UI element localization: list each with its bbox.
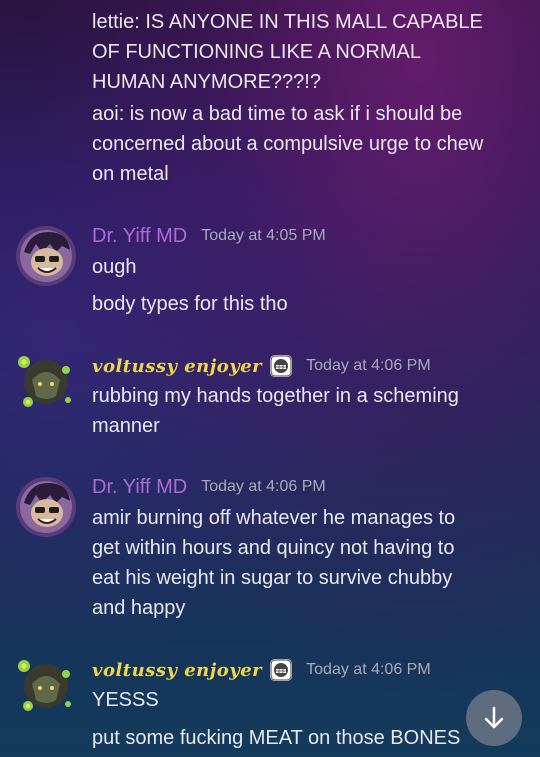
grinning-face-badge-icon	[270, 355, 293, 377]
message-line: concerned about a compulsive urge to che…	[92, 133, 484, 155]
message-line: body types for this tho	[92, 293, 288, 315]
message-header: Dr. Yiff MD Today at 4:06 PM	[92, 472, 326, 502]
author-name[interactable]: Dr. Yiff MD	[92, 225, 187, 248]
voltussy-avatar[interactable]	[16, 656, 76, 716]
message-line: on metal	[92, 163, 169, 185]
voltussy-avatar[interactable]	[16, 352, 76, 412]
message-line: lettie: IS ANYONE IN THIS MALL CAPABLE	[92, 11, 483, 33]
message-header: voltussy enjoyer Today at 4:06 PM	[92, 351, 431, 381]
arrow-down-icon	[484, 706, 504, 729]
message-line: and happy	[92, 597, 186, 619]
message-line: eat his weight in sugar to survive chubb…	[92, 567, 453, 589]
message-header: Dr. Yiff MD Today at 4:05 PM	[92, 221, 326, 251]
message-line: manner	[92, 415, 160, 437]
message-line: get within hours and quincy not having t…	[92, 537, 455, 559]
message-line: amir burning off whatever he manages to	[92, 507, 456, 529]
grinning-face-badge-icon	[270, 659, 293, 681]
timestamp: Today at 4:05 PM	[201, 227, 326, 244]
timestamp: Today at 4:06 PM	[306, 661, 431, 678]
author-name[interactable]: Dr. Yiff MD	[92, 476, 187, 499]
dr-yiff-avatar[interactable]	[16, 477, 76, 537]
message-line: OF FUNCTIONING LIKE A NORMAL	[92, 41, 421, 63]
message-header: voltussy enjoyer Today at 4:06 PM	[92, 655, 431, 685]
message-line: YESSS	[92, 689, 159, 711]
chat-message-list[interactable]: lettie: IS ANYONE IN THIS MALL CAPABLE O…	[0, 0, 540, 757]
dr-yiff-avatar[interactable]	[16, 226, 76, 286]
message-line: put some fucking MEAT on those BONES	[92, 727, 461, 749]
author-name[interactable]: voltussy enjoyer	[92, 660, 262, 681]
message-line: rubbing my hands together in a scheming	[92, 385, 459, 407]
message-line: HUMAN ANYMORE???!?	[92, 71, 321, 93]
message-line: aoi: is now a bad time to ask if i shoul…	[92, 103, 463, 125]
jump-to-bottom-button[interactable]	[466, 690, 522, 746]
timestamp: Today at 4:06 PM	[201, 478, 326, 495]
timestamp: Today at 4:06 PM	[306, 357, 431, 374]
message-line: ough	[92, 256, 137, 278]
author-name[interactable]: voltussy enjoyer	[92, 356, 262, 377]
